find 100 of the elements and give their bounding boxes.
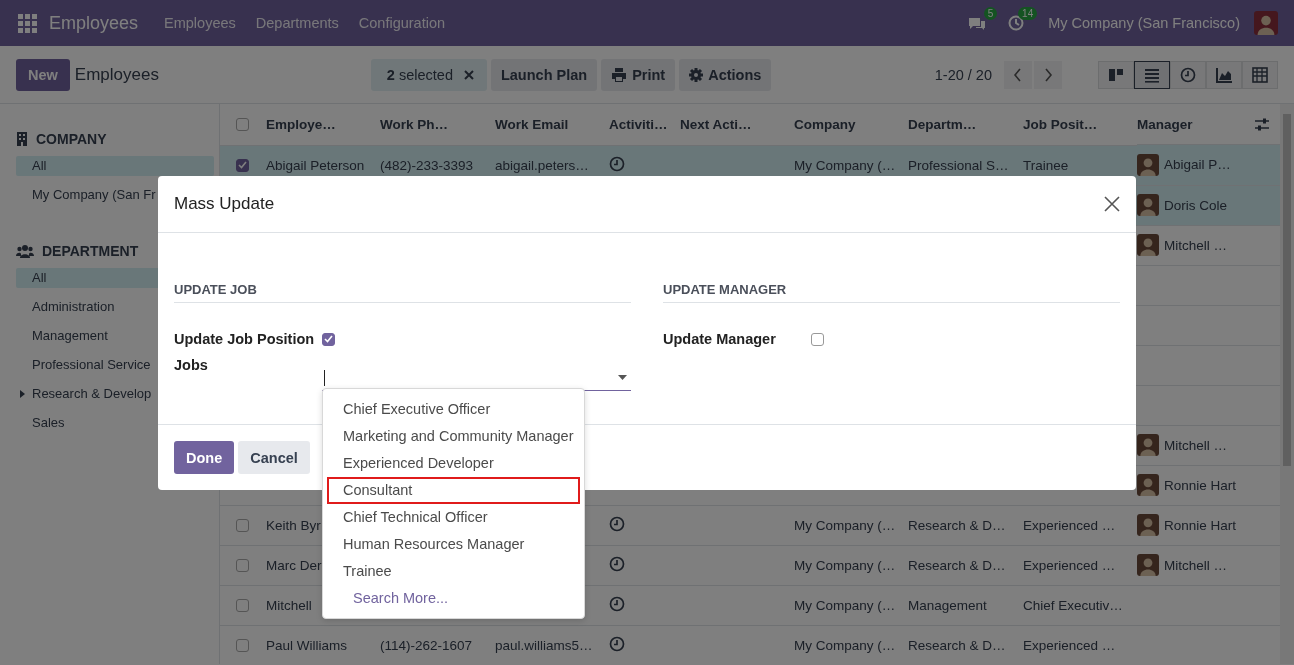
company-switcher[interactable]: My Company (San Francisco): [1048, 15, 1240, 31]
dropdown-option[interactable]: Consultant: [327, 477, 580, 504]
dropdown-option[interactable]: Chief Technical Officer: [327, 504, 580, 531]
table-cell: Marc Der: [266, 557, 322, 573]
table-icon: [1252, 66, 1268, 83]
select-all-checkbox[interactable]: [236, 117, 249, 131]
table-cell: (482)-233-3393: [380, 157, 474, 173]
chat-icon[interactable]: [968, 15, 987, 31]
caret-down-icon: [618, 375, 627, 380]
table-cell: My Company (…: [794, 637, 896, 653]
settings-sliders-icon[interactable]: [1254, 116, 1270, 132]
printer-icon: [611, 66, 628, 83]
table-cell: Abigail P…: [1164, 157, 1231, 173]
avatar[interactable]: [1254, 11, 1278, 35]
dropdown-option[interactable]: Experienced Developer: [327, 450, 580, 477]
table-cell: Mitchell: [266, 597, 312, 613]
previous-button[interactable]: [1004, 60, 1032, 89]
column-header[interactable]: Manager: [1137, 116, 1193, 132]
view-button[interactable]: [1134, 60, 1170, 89]
pager: 1-20 / 20: [934, 66, 992, 83]
breadcrumb: Employees: [74, 64, 160, 85]
clock-icon[interactable]: [609, 155, 625, 172]
building-icon: [16, 132, 28, 146]
avatar: [1137, 554, 1159, 576]
menu-item[interactable]: Departments: [255, 15, 339, 31]
section-heading: UPDATE MANAGER: [663, 282, 1120, 303]
table-cell: Chief Executiv…: [1023, 597, 1123, 613]
column-header[interactable]: Departm…: [908, 116, 977, 132]
count-badge: 5: [983, 7, 998, 20]
new-button[interactable]: New: [16, 58, 70, 91]
field-label: Jobs: [174, 357, 209, 373]
dropdown-option[interactable]: Trainee: [327, 558, 580, 585]
filter-item[interactable]: All: [16, 156, 214, 176]
column-header[interactable]: Next Acti…: [680, 116, 752, 132]
done-button[interactable]: Done: [174, 441, 235, 474]
dropdown-option[interactable]: Human Resources Manager: [327, 531, 580, 558]
avatar: [1137, 194, 1159, 216]
section-title: COMPANY: [36, 131, 107, 147]
clock-icon[interactable]: [609, 635, 625, 652]
table-cell: Abigail Peterson: [266, 157, 365, 173]
menu-item[interactable]: Configuration: [358, 15, 446, 31]
table-cell: Mitchell …: [1164, 557, 1227, 573]
selection-count: 2 selected: [386, 66, 453, 83]
table-cell: Research & D…: [908, 517, 1006, 533]
search-more-link[interactable]: Search More...: [323, 585, 584, 612]
check-icon: [324, 335, 333, 343]
row-checkbox[interactable]: [236, 638, 249, 652]
app-name[interactable]: Employees: [49, 12, 139, 34]
checkbox[interactable]: [811, 332, 824, 346]
avatar: [1137, 514, 1159, 536]
checkbox[interactable]: [322, 332, 335, 346]
menu-item[interactable]: Employees: [164, 15, 236, 31]
clock-icon[interactable]: [609, 515, 625, 532]
table-cell: My Company (…: [794, 157, 896, 173]
row-checkbox[interactable]: [236, 518, 249, 532]
list-icon: [1144, 66, 1160, 83]
clock-icon[interactable]: [609, 595, 625, 612]
table-cell: Paul Williams: [266, 637, 347, 653]
row-checkbox[interactable]: [236, 598, 249, 612]
column-header[interactable]: Activiti…: [609, 116, 668, 132]
column-header[interactable]: Job Posit…: [1023, 116, 1098, 132]
caret-right-icon[interactable]: [20, 390, 25, 398]
filter-item[interactable]: Research & Develop: [16, 384, 214, 404]
next-button[interactable]: [1034, 60, 1062, 89]
text-cursor: [324, 369, 325, 386]
column-header[interactable]: Work Ph…: [380, 116, 448, 132]
apps-menu-icon[interactable]: [18, 13, 37, 33]
table-cell: Ronnie Hart: [1164, 477, 1237, 493]
table-cell: Trainee: [1023, 157, 1069, 173]
check-icon: [238, 161, 247, 169]
table-cell: Keith Byr: [266, 517, 321, 533]
table-cell: Mitchell …: [1164, 237, 1227, 253]
clock-icon[interactable]: [609, 555, 625, 572]
section-title: DEPARTMENT: [42, 243, 139, 259]
action-button[interactable]: Launch Plan: [490, 58, 598, 91]
field-label: Update Manager: [663, 331, 777, 347]
row-checkbox[interactable]: [236, 558, 249, 572]
table-cell: Doris Cole: [1164, 197, 1228, 213]
dropdown-option[interactable]: Chief Executive Officer: [327, 396, 580, 423]
table-cell: Research & D…: [908, 637, 1006, 653]
table-cell: Experienced …: [1023, 517, 1116, 533]
row-checkbox[interactable]: [236, 158, 249, 172]
action-button[interactable]: Actions: [679, 58, 772, 91]
action-button[interactable]: Print: [601, 58, 676, 91]
avatar: [1137, 474, 1159, 496]
table-cell: Management: [908, 597, 987, 613]
cancel-button[interactable]: Cancel: [238, 441, 310, 474]
column-header[interactable]: Work Email: [495, 116, 569, 132]
area-chart-icon: [1216, 66, 1232, 83]
kanban-icon: [1108, 66, 1124, 83]
column-header[interactable]: Employe…: [266, 116, 336, 132]
close-icon[interactable]: [462, 68, 475, 81]
table-cell: paul.williams5…: [495, 637, 593, 653]
close-icon[interactable]: [1104, 196, 1120, 212]
table-cell: Mitchell …: [1164, 437, 1227, 453]
table-cell: My Company (…: [794, 517, 896, 533]
dropdown-option[interactable]: Marketing and Community Manager: [327, 423, 580, 450]
table-cell: abigail.peters…: [495, 157, 589, 173]
column-header[interactable]: Company: [794, 116, 856, 132]
table-cell: (114)-262-1607: [380, 637, 473, 653]
